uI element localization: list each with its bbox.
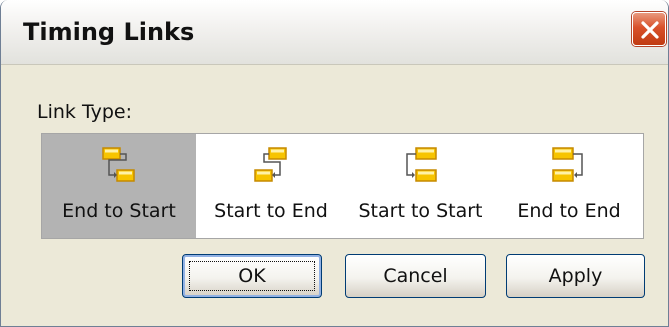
start-to-end-icon	[254, 147, 287, 182]
option-end-to-end[interactable]: End to End	[495, 134, 643, 238]
close-button[interactable]	[632, 12, 666, 46]
apply-button[interactable]: Apply	[506, 254, 645, 298]
option-end-to-start[interactable]: End to Start	[42, 134, 196, 238]
close-icon	[641, 21, 659, 39]
option-label: Start to End	[214, 200, 328, 222]
option-label: End to Start	[62, 200, 176, 222]
dialog-body: Link Type: End to Start Start to End Sta…	[4, 65, 665, 326]
end-to-start-icon	[102, 147, 135, 182]
option-label: Start to Start	[358, 200, 483, 222]
link-type-label: Link Type:	[37, 101, 132, 123]
cancel-button[interactable]: Cancel	[345, 254, 486, 298]
focus-rectangle	[189, 261, 315, 291]
option-label: End to End	[517, 200, 621, 222]
start-to-start-icon	[406, 147, 437, 182]
cancel-button-label: Cancel	[383, 265, 448, 287]
option-start-to-start[interactable]: Start to Start	[346, 134, 495, 238]
title-bar[interactable]: Timing Links	[1, 0, 668, 65]
apply-button-label: Apply	[548, 265, 603, 287]
option-start-to-end[interactable]: Start to End	[196, 134, 346, 238]
end-to-end-icon	[552, 147, 583, 182]
timing-links-dialog: Timing Links Link Type: End to Start Sta…	[0, 0, 669, 327]
ok-button[interactable]: OK	[182, 254, 322, 298]
link-type-options: End to Start Start to End Start to Start…	[41, 133, 644, 239]
dialog-title: Timing Links	[23, 18, 195, 46]
